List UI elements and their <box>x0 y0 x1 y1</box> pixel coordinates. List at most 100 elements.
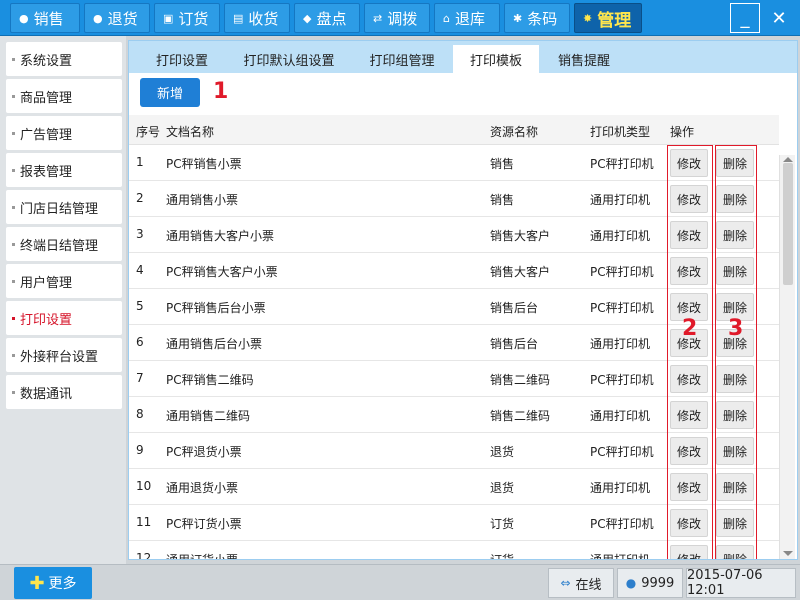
row-seq: 11 <box>136 515 152 529</box>
plus-icon: ✚ <box>29 572 45 594</box>
row-resource-name: 销售后台 <box>490 301 539 315</box>
close-icon: ✕ <box>771 7 787 29</box>
receive-icon: ▤ <box>233 11 244 25</box>
nav-order-button[interactable]: ▣ 订货 <box>154 3 220 33</box>
row-printer-type: 通用打印机 <box>590 481 651 495</box>
row-resource-name: 订货 <box>490 517 515 531</box>
row-seq: 6 <box>136 335 144 349</box>
row-printer-type: 通用打印机 <box>590 409 651 423</box>
row-printer-type: PC秤打印机 <box>590 517 654 531</box>
sidebar-item-report-management[interactable]: 报表管理 <box>6 153 122 187</box>
row-printer-type: 通用打印机 <box>590 337 651 351</box>
nav-barcode-button[interactable]: ✱ 条码 <box>504 3 570 33</box>
transfer-icon: ⇄ <box>373 11 383 25</box>
nav-receive-button[interactable]: ▤ 收货 <box>224 3 290 33</box>
row-doc-name: PC秤销售后台小票 <box>166 301 266 315</box>
top-nav: ● 销售 ● 退货 ▣ 订货 ▤ 收货 ◆ 盘点 ⇄ 调拨 ⌂ 退库 ✱ 条码 ✸ 管理 _ ✕ <box>0 0 800 36</box>
row-seq: 7 <box>136 371 144 385</box>
row-resource-name: 销售 <box>490 157 515 171</box>
header-operations: 操作 <box>670 125 695 139</box>
row-doc-name: 通用销售二维码 <box>166 409 251 423</box>
bottom-bar: ✚ 更多 ⇔ 在线 ● 9999 2015-07-06 12:01 <box>0 564 800 600</box>
tab-print-default-group[interactable]: 打印默认组设置 <box>229 45 349 73</box>
tab-print-template[interactable]: 打印模板 <box>453 45 539 73</box>
user-icon: ● <box>625 576 637 590</box>
nav-transfer-button[interactable]: ⇄ 调拨 <box>364 3 430 33</box>
row-doc-name: PC秤订货小票 <box>166 517 242 531</box>
row-doc-name: PC秤销售大客户小票 <box>166 265 278 279</box>
scroll-up-icon[interactable] <box>783 157 793 162</box>
annotation-box-edit <box>667 145 713 559</box>
row-doc-name: 通用销售后台小票 <box>166 337 263 351</box>
row-resource-name: 销售后台 <box>490 337 539 351</box>
row-printer-type: PC秤打印机 <box>590 373 654 387</box>
tab-print-group-management[interactable]: 打印组管理 <box>355 45 449 73</box>
row-printer-type: 通用打印机 <box>590 553 651 560</box>
row-printer-type: 通用打印机 <box>590 229 651 243</box>
more-button[interactable]: ✚ 更多 <box>14 567 92 599</box>
sidebar: 系统设置 商品管理 广告管理 报表管理 门店日结管理 终端日结管理 用户管理 打… <box>0 36 126 564</box>
row-resource-name: 销售二维码 <box>490 373 551 387</box>
row-resource-name: 退货 <box>490 445 515 459</box>
nav-inventory-button[interactable]: ◆ 盘点 <box>294 3 360 33</box>
warehouse-return-icon: ⌂ <box>443 11 450 25</box>
order-icon: ▣ <box>163 11 174 25</box>
annotation-box-delete <box>715 145 757 559</box>
row-resource-name: 销售二维码 <box>490 409 551 423</box>
row-seq: 5 <box>136 299 144 313</box>
row-seq: 3 <box>136 227 144 241</box>
sidebar-item-user-management[interactable]: 用户管理 <box>6 264 122 298</box>
add-button[interactable]: 新增 <box>140 78 200 107</box>
header-doc-name: 文档名称 <box>166 125 215 139</box>
sidebar-item-external-scale[interactable]: 外接秤台设置 <box>6 338 122 372</box>
nav-manage-button[interactable]: ✸ 管理 <box>574 3 642 33</box>
row-seq: 10 <box>136 479 152 493</box>
table-scrollbar[interactable] <box>779 155 795 559</box>
datetime: 2015-07-06 12:01 <box>686 568 796 598</box>
minimize-icon: _ <box>740 7 750 29</box>
sidebar-item-product-management[interactable]: 商品管理 <box>6 79 122 113</box>
sidebar-item-store-daily-close[interactable]: 门店日结管理 <box>6 190 122 224</box>
row-seq: 4 <box>136 263 144 277</box>
tab-sales-reminder[interactable]: 销售提醒 <box>541 45 627 73</box>
row-doc-name: 通用订货小票 <box>166 553 239 560</box>
nav-sale-button[interactable]: ● 销售 <box>10 3 80 33</box>
annotation-3: 3 <box>728 316 744 341</box>
row-doc-name: 通用退货小票 <box>166 481 239 495</box>
scroll-down-icon[interactable] <box>783 551 793 556</box>
sidebar-item-print-settings[interactable]: 打印设置 <box>6 301 122 335</box>
sidebar-item-terminal-daily-close[interactable]: 终端日结管理 <box>6 227 122 261</box>
tab-print-settings[interactable]: 打印设置 <box>139 45 225 73</box>
online-status: ⇔ 在线 <box>548 568 614 598</box>
row-seq: 8 <box>136 407 144 421</box>
scroll-thumb[interactable] <box>783 163 793 285</box>
row-resource-name: 销售大客户 <box>490 229 551 243</box>
row-resource-name: 退货 <box>490 481 515 495</box>
sidebar-item-system-settings[interactable]: 系统设置 <box>6 42 122 76</box>
header-printer-type: 打印机类型 <box>590 125 651 139</box>
user-status: ● 9999 <box>617 568 683 598</box>
row-doc-name: 通用销售小票 <box>166 193 239 207</box>
row-resource-name: 销售 <box>490 193 515 207</box>
minimize-button[interactable]: _ <box>730 3 760 33</box>
sale-icon: ● <box>19 11 29 25</box>
header-seq: 序号 <box>136 125 161 139</box>
row-printer-type: PC秤打印机 <box>590 265 654 279</box>
annotation-1: 1 <box>213 79 229 104</box>
sidebar-item-ad-management[interactable]: 广告管理 <box>6 116 122 150</box>
row-resource-name: 订货 <box>490 553 515 560</box>
row-seq: 9 <box>136 443 144 457</box>
close-button[interactable]: ✕ <box>764 3 794 33</box>
inventory-icon: ◆ <box>303 11 312 25</box>
link-icon: ⇔ <box>560 576 571 590</box>
row-printer-type: PC秤打印机 <box>590 301 654 315</box>
return-icon: ● <box>93 11 103 25</box>
row-printer-type: PC秤打印机 <box>590 445 654 459</box>
gear-icon: ✸ <box>583 11 593 25</box>
nav-return-button[interactable]: ● 退货 <box>84 3 150 33</box>
sidebar-item-data-communication[interactable]: 数据通讯 <box>6 375 122 409</box>
row-printer-type: 通用打印机 <box>590 193 651 207</box>
nav-warehouse-return-button[interactable]: ⌂ 退库 <box>434 3 500 33</box>
header-resource-name: 资源名称 <box>490 125 539 139</box>
row-seq: 12 <box>136 551 152 560</box>
